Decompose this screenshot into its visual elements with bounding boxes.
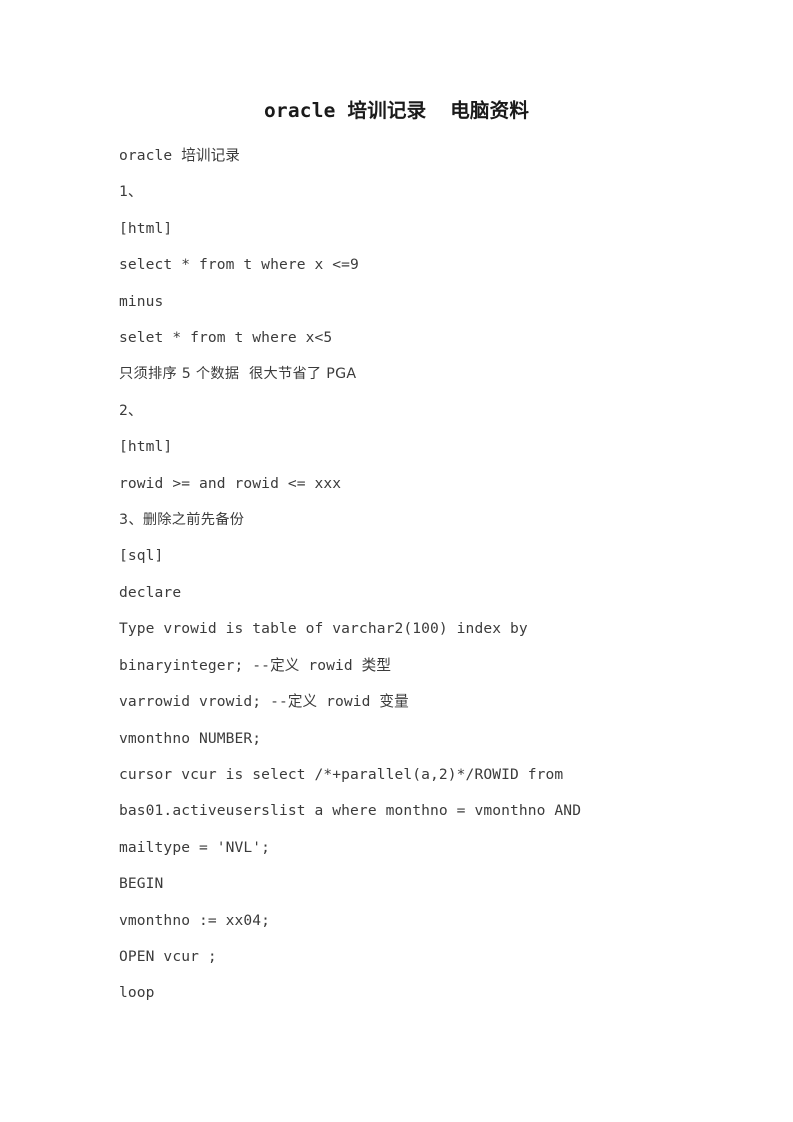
- text-line: BEGIN: [119, 875, 164, 893]
- text-line: select * from t where x <=9: [119, 256, 359, 274]
- document-page: oracle 培训记录 电脑资料 oracle 培训记录 1、 [html] sele…: [0, 0, 793, 1122]
- text-line: [sql]: [119, 547, 164, 565]
- page-title: oracle 培训记录 电脑资料: [263, 99, 530, 122]
- text-line: bas01.activeuserslist a where monthno = …: [119, 802, 582, 820]
- text-line: mailtype = 'NVL';: [119, 838, 271, 856]
- text-line: 只须排序 5 个数据 很大节省了 PGA: [119, 366, 357, 383]
- text-line: 3、删除之前先备份: [119, 512, 245, 529]
- text-line: loop: [119, 984, 155, 1002]
- text-line: [html]: [119, 438, 173, 456]
- text-line: vmonthno := xx04;: [119, 911, 271, 929]
- text-line: [html]: [119, 219, 173, 237]
- text-line: cursor vcur is select /*+parallel(a,2)*/…: [119, 765, 564, 783]
- text-line: 1、: [119, 183, 143, 201]
- text-line: varrowid vrowid; --定义 rowid 变量: [119, 693, 409, 711]
- text-line: 2、: [119, 401, 143, 419]
- text-line: oracle 培训记录: [119, 147, 240, 164]
- text-line: rowid >= and rowid <= xxx: [119, 474, 342, 492]
- text-line: selet * from t where x<5: [119, 329, 333, 347]
- text-line: vmonthno NUMBER;: [119, 729, 262, 747]
- text-line: binaryinteger; --定义 rowid 类型: [119, 656, 392, 674]
- text-line: declare: [119, 583, 182, 601]
- text-line: Type vrowid is table of varchar2(100) in…: [119, 620, 528, 638]
- text-line: OPEN vcur ;: [119, 947, 217, 965]
- document-body: oracle 培训记录 1、 [html] select * from t where…: [119, 138, 739, 1012]
- text-line: minus: [119, 292, 164, 310]
